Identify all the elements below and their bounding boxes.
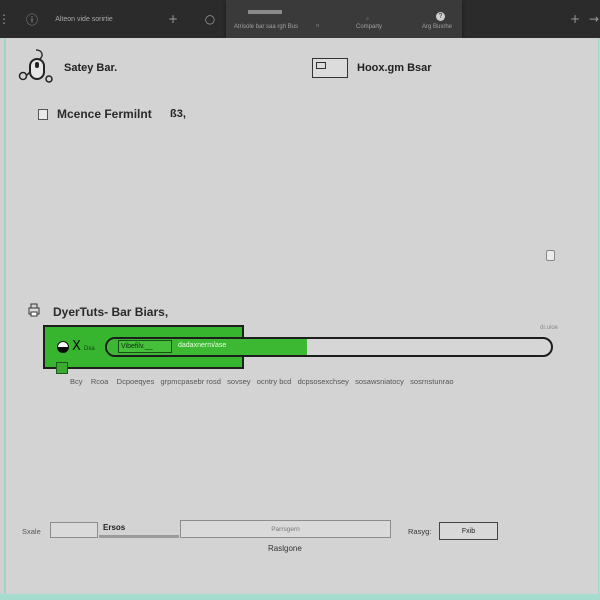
- field-underline: [99, 535, 179, 538]
- toolbar-left-label: Alteon vide sorirtie: [55, 15, 113, 23]
- panel-right-label: Arg Buxrhe: [422, 24, 453, 30]
- arrow-icon[interactable]: →: [588, 12, 600, 26]
- progress-bar[interactable]: [105, 337, 553, 357]
- add-icon[interactable]: +: [568, 12, 582, 26]
- section1-title: Mcence Fermilnt: [57, 107, 152, 121]
- bottom-accent-strip: [0, 594, 600, 600]
- bottom-left-label: Sxale: [22, 527, 41, 536]
- hook-bar-title: Hoox.gm Bsar: [357, 62, 432, 74]
- bottom-right-label: Rasyg:: [408, 527, 432, 536]
- section1-checkbox[interactable]: [38, 109, 48, 120]
- top-toolbar: ⋮ ⓘ Alteon vide sorirtie + ○ Atrisole ba…: [0, 0, 600, 44]
- mouse-icon: [18, 49, 53, 83]
- info-icon[interactable]: ⓘ: [25, 12, 39, 27]
- toggle-icon[interactable]: [57, 341, 69, 353]
- window-icon: [312, 58, 348, 78]
- printer-icon: [28, 303, 40, 317]
- section2-title: DyerTuts- Bar Biars,: [53, 305, 169, 319]
- section1-suffix: ß3,: [170, 108, 186, 120]
- center-input[interactable]: Parrsgern: [180, 520, 391, 538]
- app-window: ⋮ ⓘ Alteon vide sorirtie + ○ Atrisole ba…: [0, 0, 600, 600]
- square-icon[interactable]: ▫: [316, 20, 319, 30]
- progress-value-box[interactable]: Vibefilv.__: [118, 340, 172, 353]
- panel-tab-right[interactable]: Comparty: [356, 24, 382, 30]
- safety-bar-title: Satey Bar.: [64, 62, 118, 74]
- right-note: dr.uloe: [540, 325, 559, 331]
- center-caption: Raslgone: [268, 544, 302, 553]
- resize-knob[interactable]: [546, 250, 555, 261]
- active-tab-indicator: [248, 10, 282, 14]
- close-icon[interactable]: X: [72, 339, 81, 354]
- left-edge-icon[interactable]: ⋮: [0, 12, 10, 26]
- panel-handle[interactable]: [56, 362, 68, 374]
- circle-icon[interactable]: ○: [203, 12, 217, 26]
- progress-caption: dadaxnerm/ase: [178, 342, 227, 349]
- panel-tiny-label: Dxa: [84, 346, 95, 352]
- bottom-left-field[interactable]: [50, 522, 98, 538]
- bottom-field-label: Ersos: [103, 523, 126, 532]
- bottom-right-button[interactable]: Fxib: [439, 522, 498, 540]
- panel-tab-label[interactable]: Atrisole bar saa rgh Bus: [234, 24, 298, 30]
- crosshair-icon[interactable]: +: [166, 12, 180, 26]
- help-icon[interactable]: ?: [436, 12, 445, 21]
- clock-icon[interactable]: ◦: [366, 14, 369, 23]
- description-row: Bcy Rcoa Dcpoeqyes grpmcpasebr rosd sovs…: [70, 377, 454, 386]
